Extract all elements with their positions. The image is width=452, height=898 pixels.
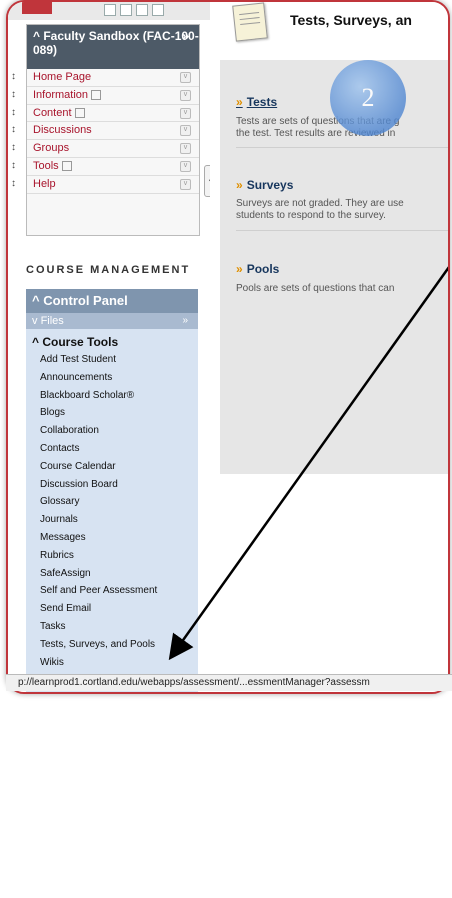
step-number-badge: 2 bbox=[330, 60, 406, 136]
screenshot-frame: ^ Faculty Sandbox (FAC-100-089) » ↕ Home… bbox=[6, 0, 450, 694]
reflection: p://learnprod1.cortland.edu/webapps/asse… bbox=[6, 692, 446, 892]
status-bar-url: p://learnprod1.cortland.edu/webapps/asse… bbox=[6, 674, 452, 691]
